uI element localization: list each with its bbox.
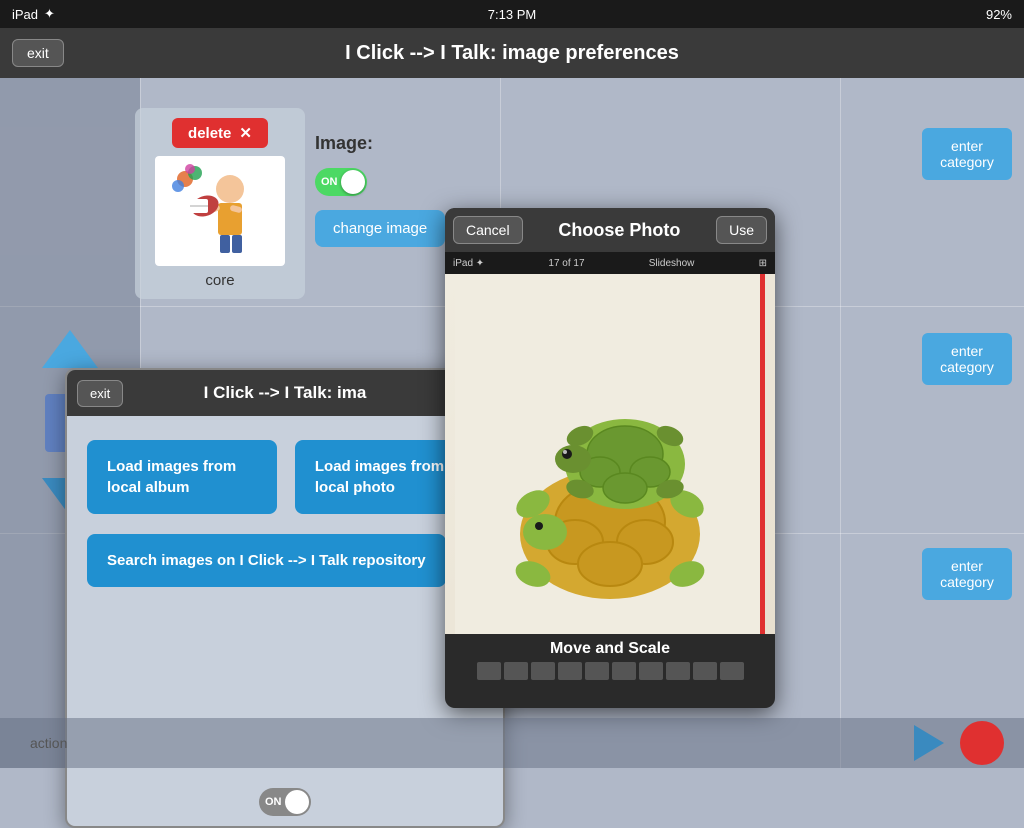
- card-panel: delete ✕ c: [135, 108, 305, 299]
- grid-v3: [840, 78, 841, 768]
- status-bar: iPad ✦ 7:13 PM 92%: [0, 0, 1024, 28]
- image-label: Image:: [315, 133, 445, 154]
- status-right: 92%: [986, 7, 1012, 22]
- sub-bar-icon: ⊞: [759, 258, 767, 269]
- delete-label: delete: [188, 125, 231, 142]
- status-left: iPad ✦: [12, 6, 55, 22]
- dialog-title-bar: exit I Click --> I Talk: ima: [67, 370, 503, 416]
- toggle-on-label: ON: [321, 176, 338, 188]
- load-local-album-button[interactable]: Load images from local album: [87, 440, 277, 514]
- dialog-btn-row-1: Load images from local album Load images…: [87, 440, 483, 514]
- photo-thumb-3: [531, 662, 555, 680]
- photo-thumb-8: [666, 662, 690, 680]
- arrow-up-icon: [42, 330, 98, 368]
- main-content: delete ✕ c: [0, 78, 1024, 768]
- change-image-button[interactable]: change image: [315, 210, 445, 247]
- arrow-up-button[interactable]: [40, 324, 100, 374]
- card-label: core: [205, 272, 234, 289]
- delete-button[interactable]: delete ✕: [172, 118, 268, 148]
- photo-thumb-6: [612, 662, 636, 680]
- choose-photo-sub-bar: iPad ✦ 17 of 17 Slideshow ⊞: [445, 252, 775, 274]
- move-scale-label: Move and Scale: [550, 640, 670, 658]
- main-exit-button[interactable]: exit: [12, 39, 64, 67]
- turtle-svg: [455, 274, 765, 634]
- next-arrow-icon[interactable]: [914, 725, 944, 761]
- choose-photo-dialog: Cancel Choose Photo Use iPad ✦ 17 of 17 …: [445, 208, 775, 708]
- photo-thumb-7: [639, 662, 663, 680]
- choose-photo-cancel-button[interactable]: Cancel: [453, 216, 523, 244]
- delete-icon: ✕: [239, 124, 252, 142]
- red-circle-icon[interactable]: [960, 721, 1004, 765]
- photo-thumb-5: [585, 662, 609, 680]
- wifi-icon: ✦: [44, 6, 55, 22]
- dialog-bottom: ON: [67, 788, 503, 816]
- dialog-body: Load images from local album Load images…: [67, 416, 503, 611]
- dialog-btn-row-2: Search images on I Click --> I Talk repo…: [87, 534, 483, 587]
- dialog-toggle-label: ON: [265, 796, 282, 808]
- toggle-thumb: [341, 170, 365, 194]
- photo-thumb-2: [504, 662, 528, 680]
- choose-photo-use-button[interactable]: Use: [716, 216, 767, 244]
- sub-bar-right: Slideshow: [649, 258, 695, 269]
- photo-thumb-9: [693, 662, 717, 680]
- enter-category-button-2[interactable]: enter category: [922, 333, 1012, 385]
- card-image: [155, 156, 285, 266]
- action-label: action: [30, 735, 67, 751]
- dialog-toggle-thumb: [285, 790, 309, 814]
- ipad-label: iPad: [12, 7, 38, 22]
- battery-label: 92%: [986, 7, 1012, 22]
- image-controls: Image: ON change image: [315, 133, 445, 247]
- photo-strip: [473, 662, 748, 680]
- photo-thumb-10: [720, 662, 744, 680]
- status-time: 7:13 PM: [488, 7, 536, 22]
- action-bar: action: [0, 718, 1024, 768]
- sub-bar-left: iPad ✦: [453, 258, 484, 269]
- main-title: I Click --> I Talk: image preferences: [345, 42, 679, 65]
- search-repository-button[interactable]: Search images on I Click --> I Talk repo…: [87, 534, 446, 587]
- dialog-toggle[interactable]: ON: [259, 788, 311, 816]
- dialog-exit-button[interactable]: exit: [77, 380, 123, 407]
- choose-photo-title: Choose Photo: [558, 220, 680, 241]
- turtle-image: [445, 274, 775, 634]
- choose-photo-title-bar: Cancel Choose Photo Use: [445, 208, 775, 252]
- sub-bar-center: 17 of 17: [548, 258, 584, 269]
- choose-photo-bottom: Move and Scale: [445, 634, 775, 686]
- photo-display-area[interactable]: [445, 274, 775, 634]
- card-illustration: [160, 161, 280, 261]
- enter-category-button-3[interactable]: enter category: [922, 548, 1012, 600]
- toggle-row: ON: [315, 168, 445, 196]
- photo-thumb-4: [558, 662, 582, 680]
- enter-category-button-1[interactable]: enter category: [922, 128, 1012, 180]
- photo-thumb-1: [477, 662, 501, 680]
- title-bar: exit I Click --> I Talk: image preferenc…: [0, 28, 1024, 78]
- image-toggle[interactable]: ON: [315, 168, 367, 196]
- dialog-title: I Click --> I Talk: ima: [67, 383, 503, 403]
